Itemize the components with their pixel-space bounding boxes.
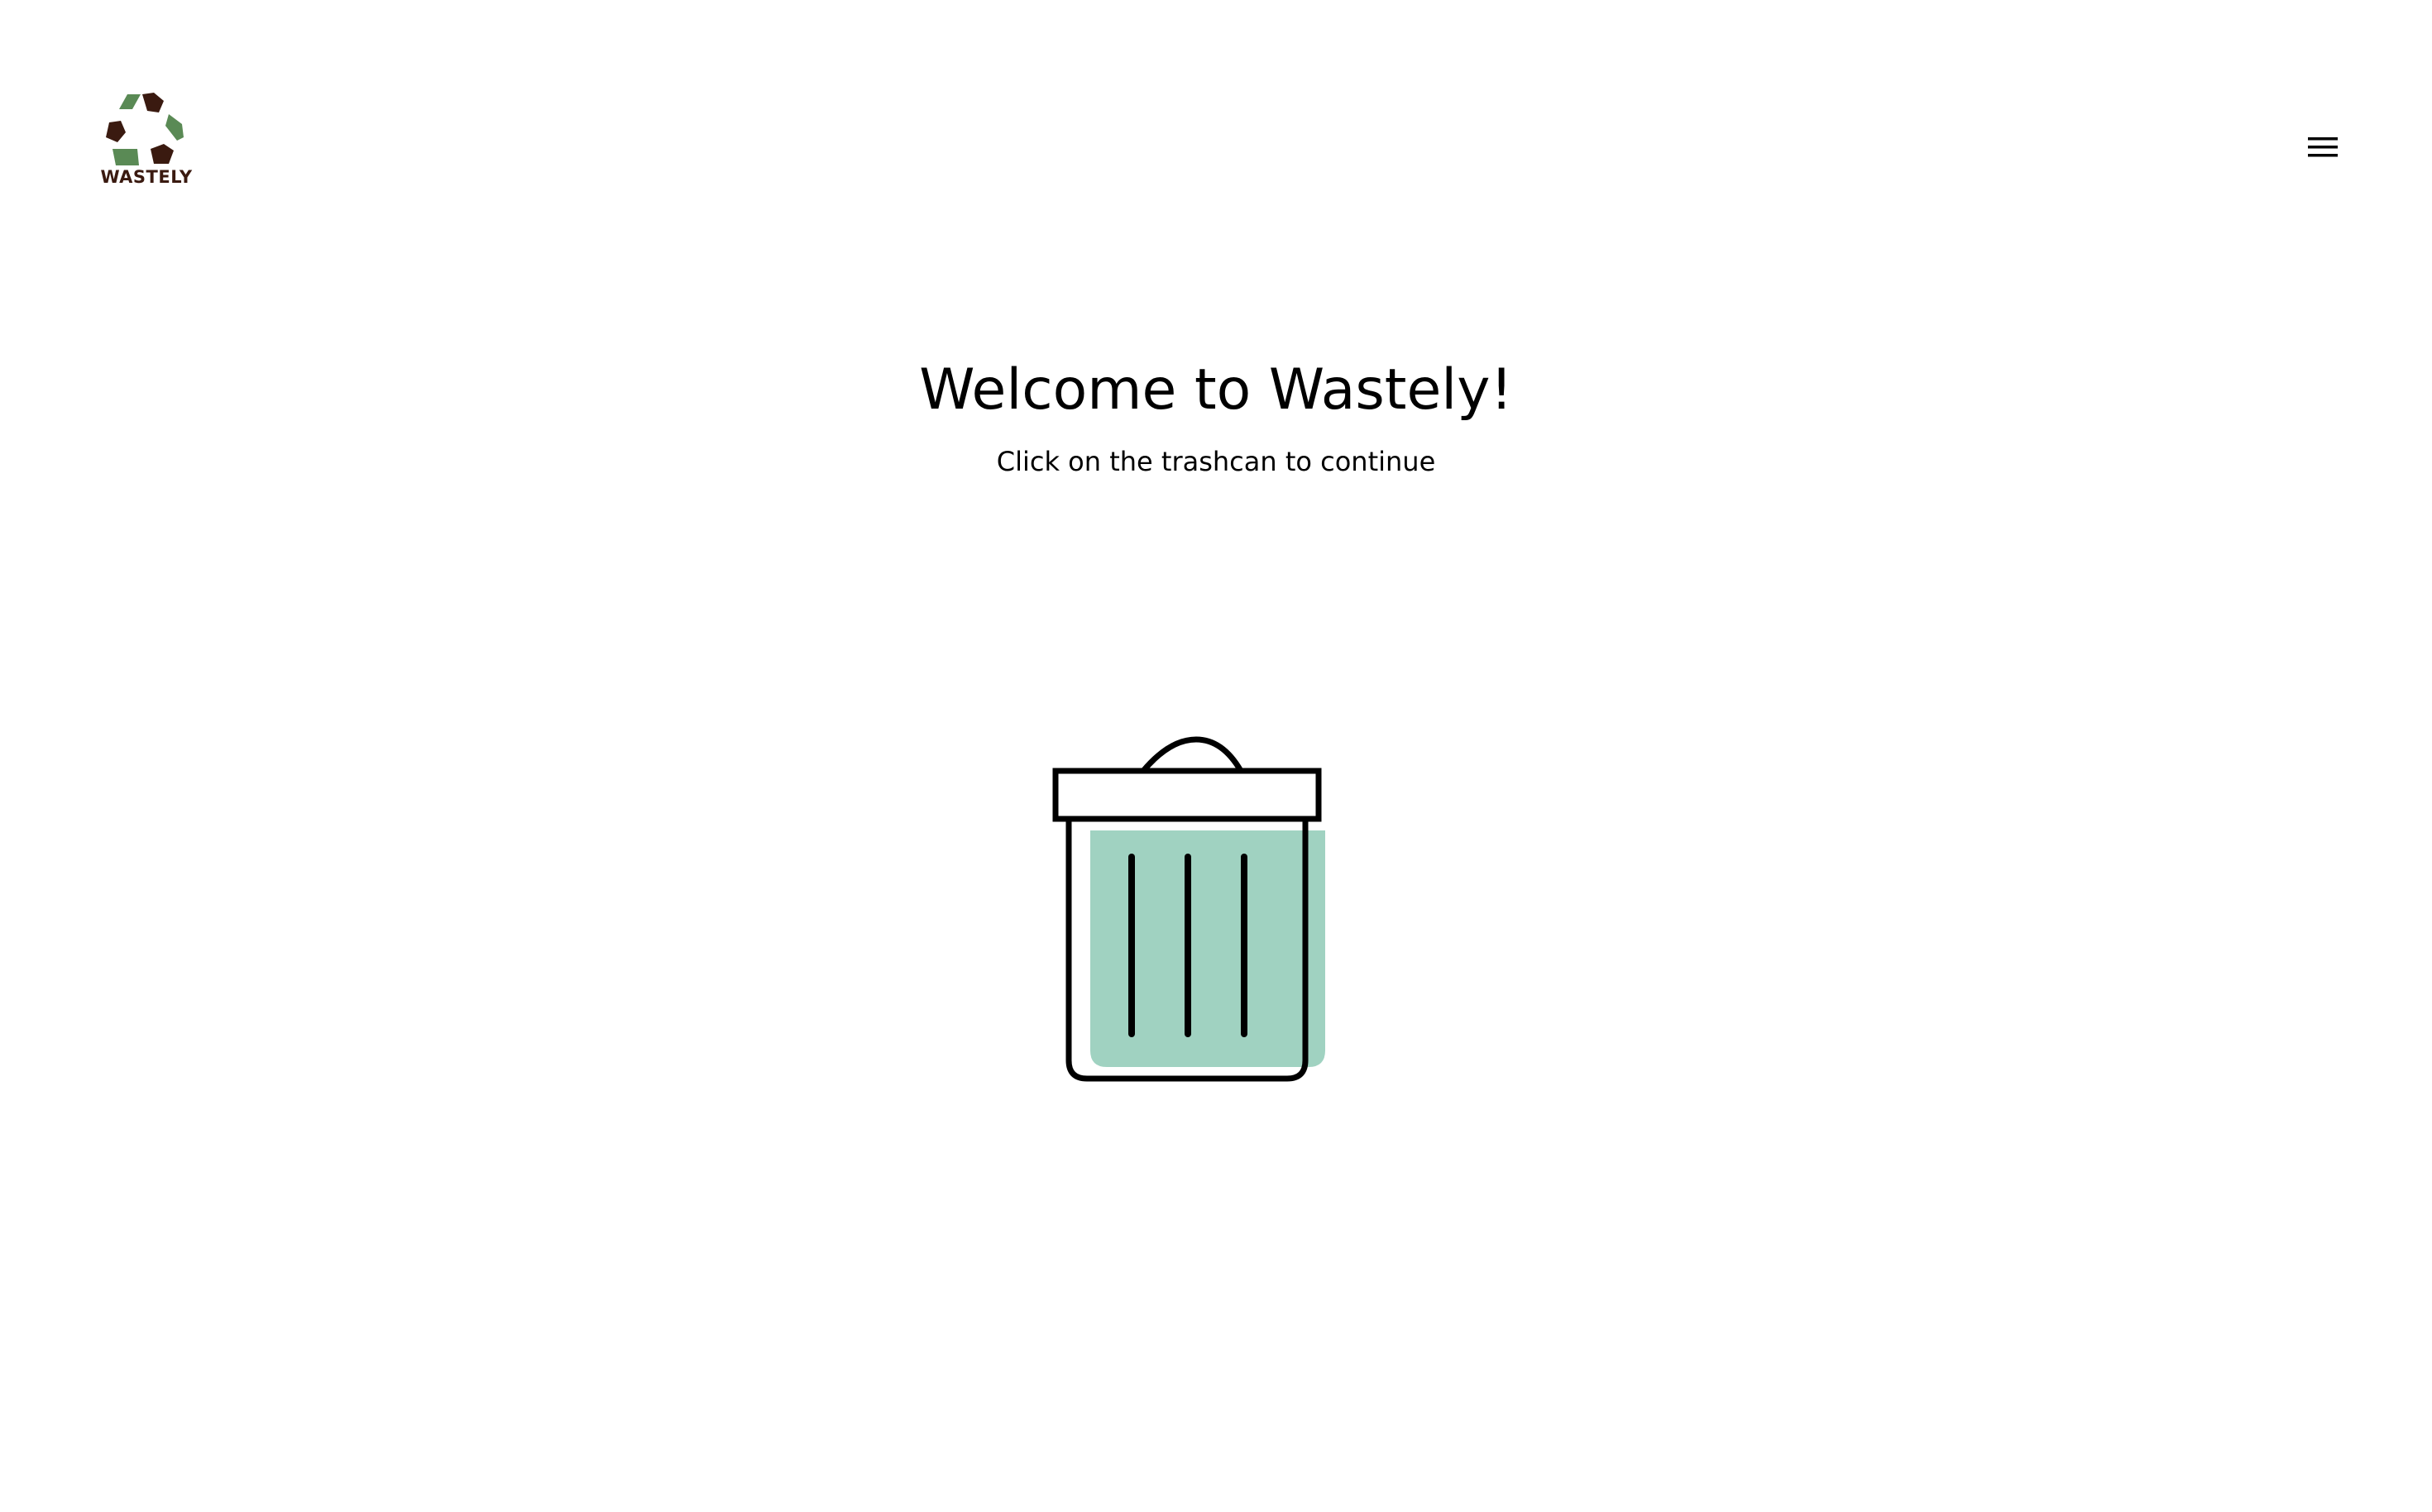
trashcan-button[interactable] [1051,736,1332,1084]
wastely-logo[interactable]: WASTELY [96,91,197,192]
hamburger-menu-icon [2308,137,2338,157]
welcome-page: WASTELY Welcome to Wastely! Click on the… [0,0,2432,1512]
logo-text: WASTELY [100,167,193,187]
page-subtitle: Click on the trashcan to continue [996,446,1436,477]
recycle-logo-icon [106,93,184,165]
page-title: Welcome to Wastely! [919,357,1513,423]
trashcan-icon [1052,736,1325,1082]
hamburger-menu-button[interactable] [2306,131,2339,164]
